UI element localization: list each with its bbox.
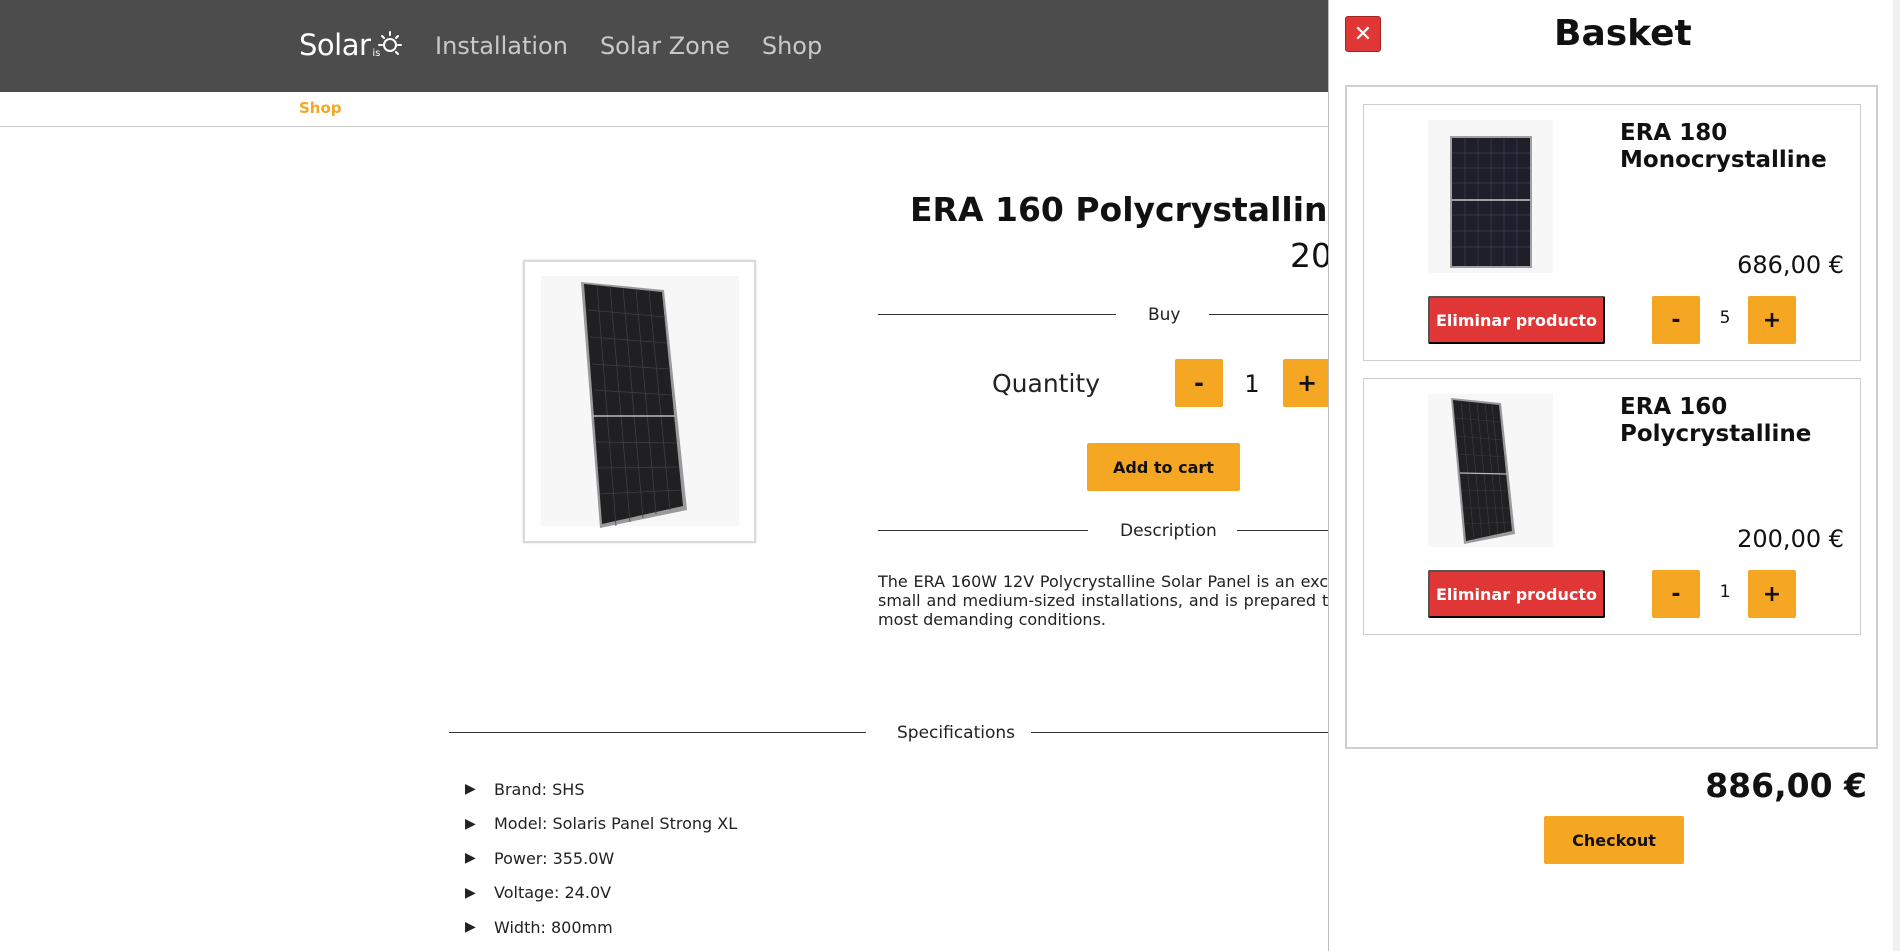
cart-item-thumbnail [1428, 120, 1553, 273]
buy-section-label: Buy [1148, 305, 1181, 325]
cart-item-decrease-button[interactable]: - [1652, 570, 1700, 618]
triangle-right-icon: ▶ [465, 850, 476, 867]
triangle-right-icon: ▶ [465, 815, 476, 832]
description-section-label: Description [1120, 521, 1217, 541]
spec-text: Voltage: 24.0V [494, 883, 612, 903]
cart-item: ERA 160 Polycrystalline 200,00 € Elimina… [1363, 378, 1861, 635]
cart-item-quantity: 5 [1719, 308, 1731, 328]
product-price: 20 [1290, 236, 1332, 275]
nav-link-shop[interactable]: Shop [762, 30, 822, 62]
specifications-divider-left [449, 732, 866, 733]
close-basket-button[interactable]: ✕ [1345, 16, 1381, 52]
cart-item-decrease-button[interactable]: - [1652, 296, 1700, 344]
sun-icon [378, 31, 403, 55]
basket-total: 886,00 € [1705, 766, 1867, 805]
solar-panel-image [581, 282, 687, 528]
add-to-cart-button[interactable]: Add to cart [1087, 443, 1240, 491]
solar-panel-image [1450, 136, 1532, 268]
solaris-logo[interactable]: Solar is [299, 28, 404, 62]
cart-item-price: 200,00 € [1737, 525, 1844, 553]
remove-product-button[interactable]: Eliminar producto [1428, 296, 1605, 344]
nav-link-solar-zone[interactable]: Solar Zone [600, 30, 730, 62]
quantity-decrease-button[interactable]: - [1175, 359, 1223, 407]
spec-text: Width: 800mm [494, 917, 613, 937]
spec-item: ▶ Power: 355.0W [465, 841, 737, 876]
remove-product-button[interactable]: Eliminar producto [1428, 570, 1605, 618]
logo-text: Solar [299, 28, 371, 62]
product-image [523, 260, 756, 543]
specifications-section-label: Specifications [897, 723, 1016, 743]
cart-item: ERA 180 Monocrystalline 686,00 € Elimina… [1363, 104, 1861, 361]
spec-text: Model: Solaris Panel Strong XL [494, 814, 738, 834]
spec-text: Brand: SHS [494, 779, 585, 799]
nav-link-installation[interactable]: Installation [435, 30, 568, 62]
checkout-button[interactable]: Checkout [1544, 816, 1684, 864]
solar-panel-image [1451, 398, 1515, 544]
specifications-list: ▶ Brand: SHS ▶ Model: Solaris Panel Stro… [465, 772, 737, 945]
spec-item: ▶ Width: 800mm [465, 910, 737, 945]
triangle-right-icon: ▶ [465, 884, 476, 901]
cart-item-increase-button[interactable]: + [1748, 296, 1796, 344]
triangle-right-icon: ▶ [465, 919, 476, 936]
triangle-right-icon: ▶ [465, 781, 476, 798]
description-divider-left [878, 530, 1088, 531]
spec-item: ▶ Model: Solaris Panel Strong XL [465, 807, 737, 842]
basket-title: Basket [1554, 13, 1692, 54]
drawer-scrollbar[interactable] [1893, 0, 1900, 951]
quantity-increase-button[interactable]: + [1283, 359, 1331, 407]
close-icon: ✕ [1353, 21, 1373, 47]
specifications-divider-right [1031, 732, 1334, 733]
cart-item-price: 686,00 € [1737, 251, 1844, 279]
quantity-value: 1 [1244, 370, 1260, 398]
buy-divider-left [878, 314, 1116, 315]
cart-item-quantity: 1 [1719, 582, 1731, 602]
spec-text: Power: 355.0W [494, 848, 615, 868]
buy-divider-right [1209, 314, 1334, 315]
main-nav: Installation Solar Zone Shop [435, 30, 822, 62]
cart-item-name: ERA 180 Monocrystalline [1620, 120, 1827, 173]
product-description: The ERA 160W 12V Polycrystalline Solar P… [878, 572, 1338, 629]
description-divider-right [1237, 530, 1334, 531]
cart-item-name: ERA 160 Polycrystalline [1620, 394, 1812, 447]
cart-item-increase-button[interactable]: + [1748, 570, 1796, 618]
spec-item: ▶ Brand: SHS [465, 772, 737, 807]
quantity-label: Quantity [992, 369, 1101, 398]
cart-item-thumbnail [1428, 394, 1553, 547]
product-title: ERA 160 Polycrystalline [910, 190, 1350, 229]
breadcrumb-shop[interactable]: Shop [299, 99, 342, 117]
spec-item: ▶ Voltage: 24.0V [465, 876, 737, 911]
